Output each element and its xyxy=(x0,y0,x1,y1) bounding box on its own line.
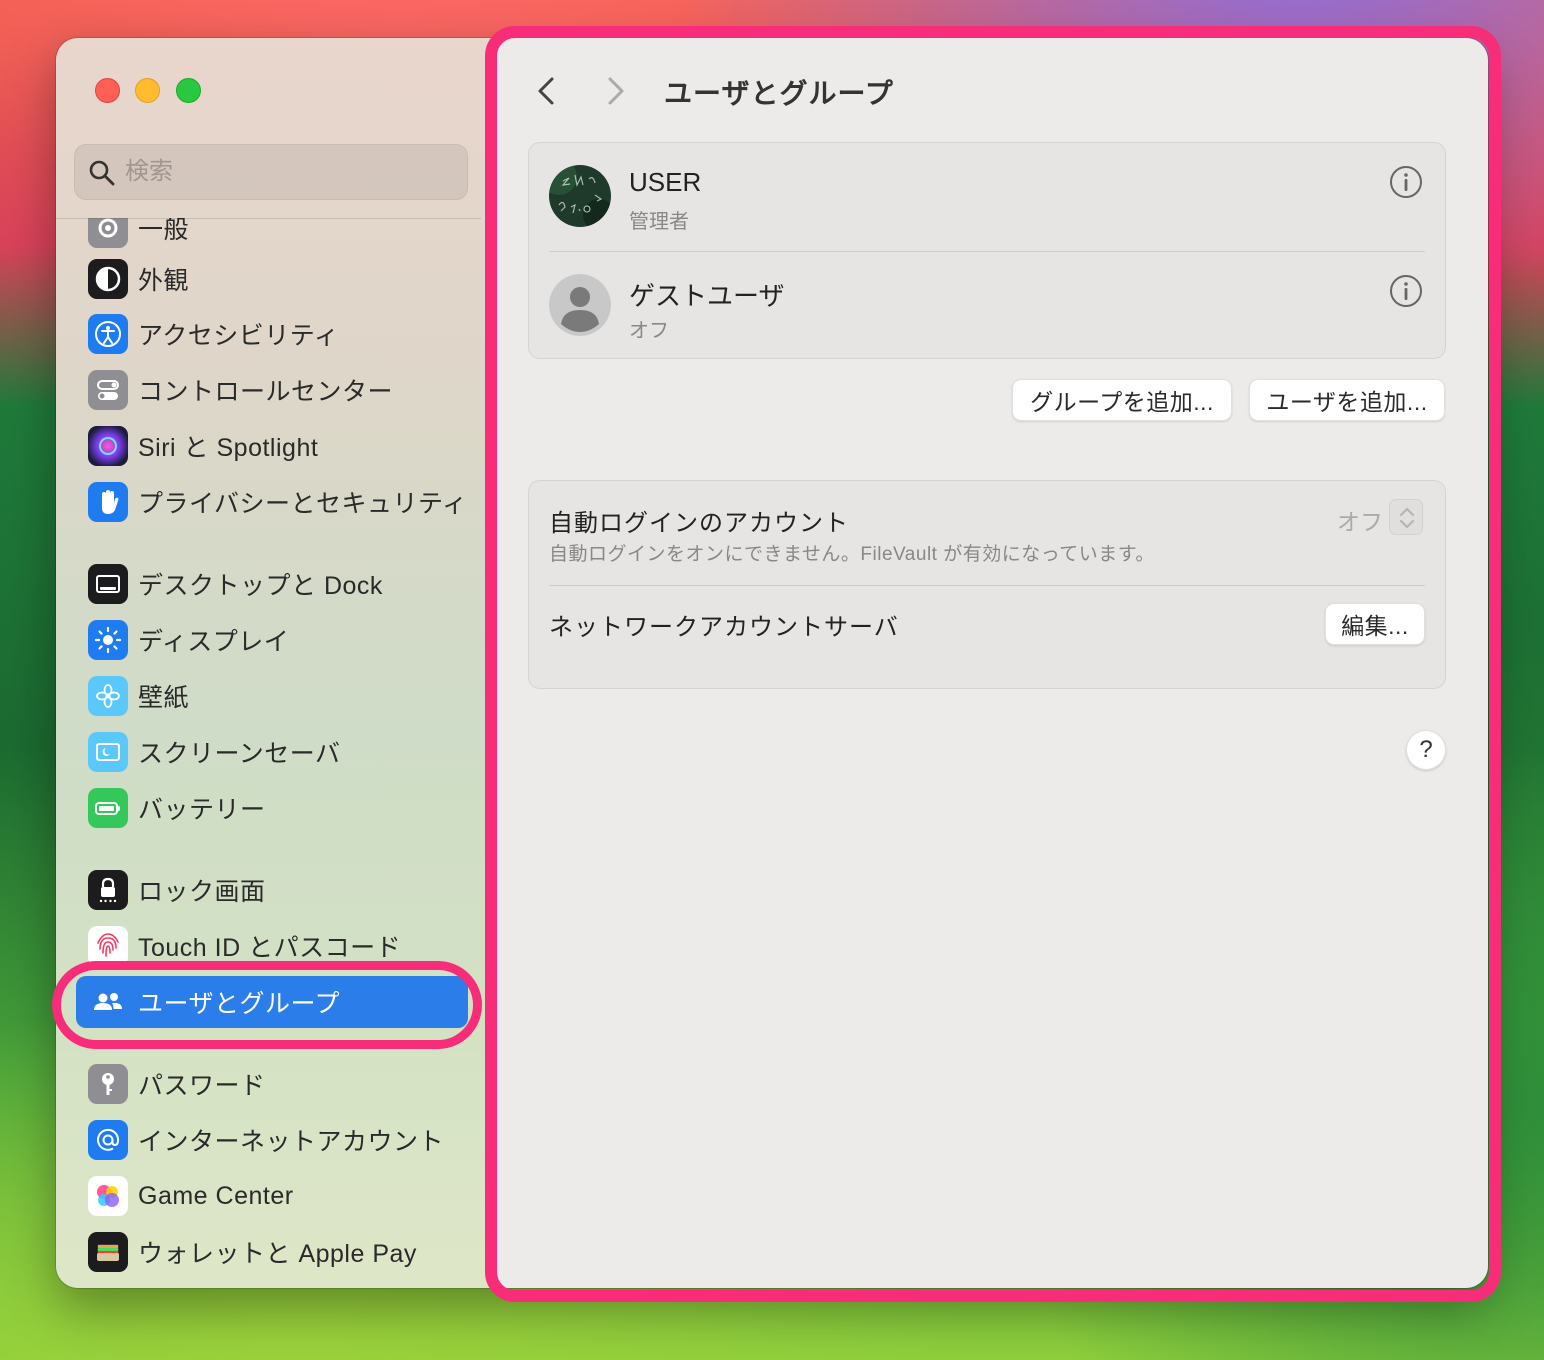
sidebar-item-internet-accounts[interactable]: インターネットアカウント xyxy=(76,1114,468,1166)
sidebar-item-displays[interactable]: ディスプレイ xyxy=(76,614,468,666)
appearance-icon xyxy=(88,259,128,299)
user-name: ゲストユーザ xyxy=(629,281,785,311)
add-user-button[interactable]: ユーザを追加... xyxy=(1249,379,1445,421)
sidebar-item-label: 壁紙 xyxy=(138,684,190,712)
info-icon[interactable] xyxy=(1389,165,1423,199)
network-server-label: ネットワークアカウントサーバ xyxy=(549,614,899,641)
sidebar-item-label: Touch ID とパスコード xyxy=(138,934,402,962)
sidebar-item-privacy[interactable]: プライバシーとセキュリティ xyxy=(76,476,468,528)
sidebar-item-touch-id[interactable]: Touch ID とパスコード xyxy=(76,920,468,972)
at-icon xyxy=(88,1120,128,1160)
hand-icon xyxy=(88,482,128,522)
chevron-up-down-icon xyxy=(1399,507,1415,529)
page-title: ユーザとグループ xyxy=(664,78,894,109)
sidebar-item-screensaver[interactable]: スクリーンセーバ xyxy=(76,726,468,778)
search-icon xyxy=(89,160,115,186)
game-center-icon xyxy=(88,1176,128,1216)
siri-icon xyxy=(88,426,128,466)
dock-icon xyxy=(88,564,128,604)
login-settings-group: 自動ログインのアカウント 自動ログインをオンにできません。FileVault が… xyxy=(528,480,1446,689)
sidebar-item-label: デスクトップと Dock xyxy=(138,572,383,600)
sidebar-item-passwords[interactable]: パスワード xyxy=(76,1058,468,1110)
back-chevron-icon[interactable] xyxy=(534,76,558,106)
user-row-guest[interactable]: ゲストユーザ オフ xyxy=(529,252,1445,360)
sidebar-item-game-center[interactable]: Game Center xyxy=(76,1170,468,1222)
user-row-admin[interactable]: USER 管理者 xyxy=(529,143,1445,251)
row-divider xyxy=(549,585,1425,586)
sidebar: 一般 外観 アクセシビリティ コントロールセンター xyxy=(56,38,496,1288)
auto-login-note: 自動ログインをオンにできません。FileVault が有効になっています。 xyxy=(549,544,1155,565)
help-button[interactable]: ? xyxy=(1406,730,1446,770)
sidebar-item-label: コントロールセンター xyxy=(138,378,394,406)
sidebar-item-wallet[interactable]: ウォレットと Apple Pay xyxy=(76,1226,468,1278)
sidebar-item-accessibility[interactable]: アクセシビリティ xyxy=(76,308,468,360)
sidebar-item-label: ロック画面 xyxy=(138,878,266,906)
sidebar-item-label: ディスプレイ xyxy=(138,628,290,656)
add-group-button[interactable]: グループを追加... xyxy=(1012,379,1232,421)
sidebar-divider xyxy=(56,218,481,219)
user-role: 管理者 xyxy=(629,211,689,233)
users-list: USER 管理者 ゲストユーザ オフ xyxy=(528,142,1446,359)
sidebar-item-appearance[interactable]: 外観 xyxy=(76,253,468,305)
zoom-window-button[interactable] xyxy=(176,78,201,103)
user-name: USER xyxy=(629,167,702,197)
sidebar-item-users-groups[interactable]: ユーザとグループ xyxy=(76,976,468,1028)
info-icon[interactable] xyxy=(1389,274,1423,308)
sidebar-item-label: 外観 xyxy=(138,267,190,295)
sidebar-item-label: インターネットアカウント xyxy=(138,1128,445,1156)
sidebar-list: 一般 外観 アクセシビリティ コントロールセンター Siri と Spotlig… xyxy=(56,218,496,1288)
battery-icon xyxy=(88,788,128,828)
sidebar-item-general[interactable]: 一般 xyxy=(76,218,468,254)
auto-login-label: 自動ログインのアカウント xyxy=(549,510,849,537)
sidebar-item-label: ウォレットと Apple Pay xyxy=(138,1240,417,1268)
brightness-icon xyxy=(88,620,128,660)
sidebar-item-label: Siri と Spotlight xyxy=(138,434,319,462)
auto-login-value: オフ xyxy=(1337,509,1383,535)
sidebar-item-battery[interactable]: バッテリー xyxy=(76,782,468,834)
sidebar-item-label: パスワード xyxy=(138,1072,266,1100)
sidebar-item-lock-screen[interactable]: ロック画面 xyxy=(76,864,468,916)
flower-icon xyxy=(88,676,128,716)
sidebar-item-siri[interactable]: Siri と Spotlight xyxy=(76,420,468,472)
system-settings-window: 一般 外観 アクセシビリティ コントロールセンター xyxy=(56,38,1488,1288)
screensaver-icon xyxy=(88,732,128,772)
sidebar-item-control-center[interactable]: コントロールセンター xyxy=(76,364,468,416)
search-input[interactable] xyxy=(125,158,425,186)
fingerprint-icon xyxy=(88,926,128,966)
accessibility-icon xyxy=(88,314,128,354)
sidebar-item-label: プライバシーとセキュリティ xyxy=(138,490,468,518)
guest-avatar-icon xyxy=(549,274,611,336)
sidebar-item-label: バッテリー xyxy=(138,796,266,824)
sidebar-item-desktop-dock[interactable]: デスクトップと Dock xyxy=(76,558,468,610)
sidebar-item-wallpaper[interactable]: 壁紙 xyxy=(76,670,468,722)
edit-network-server-button[interactable]: 編集... xyxy=(1325,603,1425,645)
user-role: オフ xyxy=(629,320,669,342)
search-field[interactable] xyxy=(74,144,468,200)
gear-icon xyxy=(88,218,128,248)
lock-icon xyxy=(88,870,128,910)
wallet-icon xyxy=(88,1232,128,1272)
sidebar-item-label: Game Center xyxy=(138,1181,294,1210)
forward-chevron-icon[interactable] xyxy=(604,76,628,106)
main-pane: ユーザとグループ USER 管理者 ゲストユーザ オフ グループを追加... ユ… xyxy=(496,38,1488,1288)
users-icon xyxy=(88,982,128,1022)
key-icon xyxy=(88,1064,128,1104)
avatar xyxy=(549,165,611,227)
minimize-window-button[interactable] xyxy=(135,78,160,103)
close-window-button[interactable] xyxy=(95,78,120,103)
control-center-icon xyxy=(88,370,128,410)
sidebar-item-label: ユーザとグループ xyxy=(138,990,341,1018)
sidebar-item-label: スクリーンセーバ xyxy=(138,740,341,768)
sidebar-item-label: アクセシビリティ xyxy=(138,322,340,350)
sidebar-item-label: 一般 xyxy=(138,218,190,244)
auto-login-popup[interactable] xyxy=(1389,499,1423,535)
